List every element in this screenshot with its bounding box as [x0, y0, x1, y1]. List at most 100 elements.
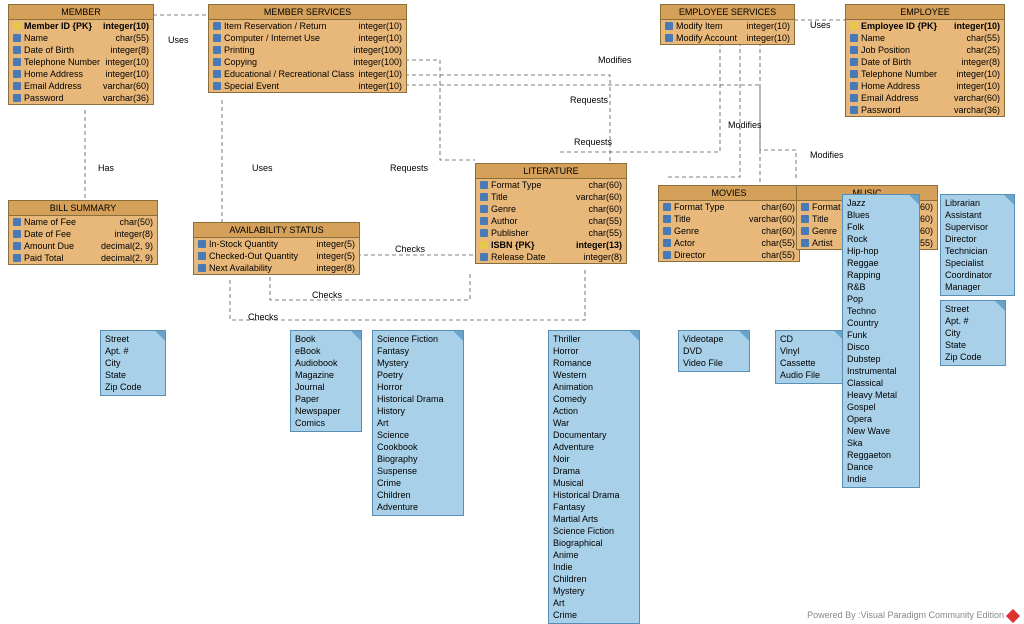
note-item: New Wave [847, 425, 915, 437]
entity-field: Directorchar(55) [659, 249, 799, 261]
note-item: Magazine [295, 369, 357, 381]
note-item: Blues [847, 209, 915, 221]
attribute-icon [850, 58, 858, 66]
note-item: Documentary [553, 429, 635, 441]
field-name: Password [24, 93, 100, 103]
entity-field: Date of Birthinteger(8) [9, 44, 153, 56]
note-item: Instrumental [847, 365, 915, 377]
field-name: Password [861, 105, 951, 115]
field-type: decimal(2, 9) [101, 241, 153, 251]
note-item: Newspaper [295, 405, 357, 417]
footer-credit: Powered By :Visual Paradigm Community Ed… [807, 610, 1018, 621]
attribute-icon [850, 46, 858, 54]
attribute-icon [13, 230, 21, 238]
attribute-icon [850, 106, 858, 114]
rel-checks: Checks [395, 244, 425, 254]
note-item: Comedy [553, 393, 635, 405]
entity-field: Checked-Out Quantityinteger(5) [194, 250, 359, 262]
note-item: Martial Arts [553, 513, 635, 525]
attribute-icon [663, 251, 671, 259]
attribute-icon [213, 58, 221, 66]
field-name: Title [674, 214, 746, 224]
field-type: varchar(36) [103, 93, 149, 103]
entity-field: Format Typechar(60) [476, 179, 626, 191]
attribute-icon [663, 203, 671, 211]
note-item: Funk [847, 329, 915, 341]
attribute-icon [663, 227, 671, 235]
note-item: R&B [847, 281, 915, 293]
note-item: Drama [553, 465, 635, 477]
field-name: Amount Due [24, 241, 98, 251]
key-icon [13, 22, 21, 30]
entity-field: Next Availabilityinteger(8) [194, 262, 359, 274]
entity-field: Genrechar(60) [476, 203, 626, 215]
field-name: Next Availability [209, 263, 313, 273]
note-item: Specialist [945, 257, 1010, 269]
note-item: Gospel [847, 401, 915, 413]
note-item: Fantasy [553, 501, 635, 513]
rel-modifies: Modifies [810, 150, 844, 160]
rel-requests: Requests [390, 163, 428, 173]
field-type: char(50) [119, 217, 153, 227]
note-item: Street [945, 303, 1001, 315]
attribute-icon [850, 94, 858, 102]
field-type: char(55) [588, 216, 622, 226]
entity-field: Amount Duedecimal(2, 9) [9, 240, 157, 252]
note-item: Street [105, 333, 161, 345]
attribute-icon [13, 218, 21, 226]
field-name: Printing [224, 45, 350, 55]
entity-field: Passwordvarchar(36) [846, 104, 1004, 116]
field-type: char(60) [761, 226, 795, 236]
entity-field: Release Dateinteger(8) [476, 251, 626, 263]
note-address: StreetApt. #CityStateZip Code [100, 330, 166, 396]
entity-fields: Employee ID {PK}integer(10)Namechar(55)J… [846, 20, 1004, 116]
rel-modifies: Modifies [728, 120, 762, 130]
field-name: Item Reservation / Return [224, 21, 355, 31]
note-item: Opera [847, 413, 915, 425]
field-name: Name [24, 33, 112, 43]
note-movie-format: VideotapeDVDVideo File [678, 330, 750, 372]
note-literature-genre: Science FictionFantasyMysteryPoetryHorro… [372, 330, 464, 516]
entity-field: Authorchar(55) [476, 215, 626, 227]
attribute-icon [801, 239, 809, 247]
entity-employee: EMPLOYEEEmployee ID {PK}integer(10)Namec… [845, 4, 1005, 117]
entity-field: Namechar(55) [846, 32, 1004, 44]
note-item: Journal [295, 381, 357, 393]
entity-movies: MOVIESFormat Typechar(60)Titlevarchar(60… [658, 185, 800, 262]
note-item: Science Fiction [377, 333, 459, 345]
entity-field: Printinginteger(100) [209, 44, 406, 56]
entity-field: Job Positionchar(25) [846, 44, 1004, 56]
note-item: Mystery [377, 357, 459, 369]
entity-fields: Member ID {PK}integer(10)Namechar(55)Dat… [9, 20, 153, 104]
note-item: Thriller [553, 333, 635, 345]
note-item: Assistant [945, 209, 1010, 221]
field-type: integer(10) [746, 21, 790, 31]
note-item: Indie [847, 473, 915, 485]
note-item: Art [553, 597, 635, 609]
field-type: char(25) [966, 45, 1000, 55]
attribute-icon [480, 205, 488, 213]
field-type: integer(10) [746, 33, 790, 43]
rel-requests: Requests [574, 137, 612, 147]
key-icon [480, 241, 488, 249]
note-item: War [553, 417, 635, 429]
note-movie-genre: ThrillerHorrorRomanceWesternAnimationCom… [548, 330, 640, 624]
field-type: integer(5) [316, 251, 355, 261]
note-item: History [377, 405, 459, 417]
attribute-icon [480, 217, 488, 225]
note-item: Zip Code [945, 351, 1001, 363]
rel-has: Has [98, 163, 114, 173]
entity-title: EMPLOYEE SERVICES [661, 5, 794, 20]
entity-field: Passwordvarchar(36) [9, 92, 153, 104]
field-name: Modify Item [676, 21, 743, 31]
note-item: State [105, 369, 161, 381]
entity-fields: Modify Iteminteger(10)Modify Accountinte… [661, 20, 794, 44]
field-name: Date of Fee [24, 229, 111, 239]
field-type: integer(8) [114, 229, 153, 239]
note-item: Fantasy [377, 345, 459, 357]
field-type: integer(5) [316, 239, 355, 249]
field-name: Format Type [491, 180, 585, 190]
field-type: varchar(36) [954, 105, 1000, 115]
entity-fields: Format Typechar(60)Titlevarchar(60)Genre… [659, 201, 799, 261]
field-type: integer(8) [110, 45, 149, 55]
